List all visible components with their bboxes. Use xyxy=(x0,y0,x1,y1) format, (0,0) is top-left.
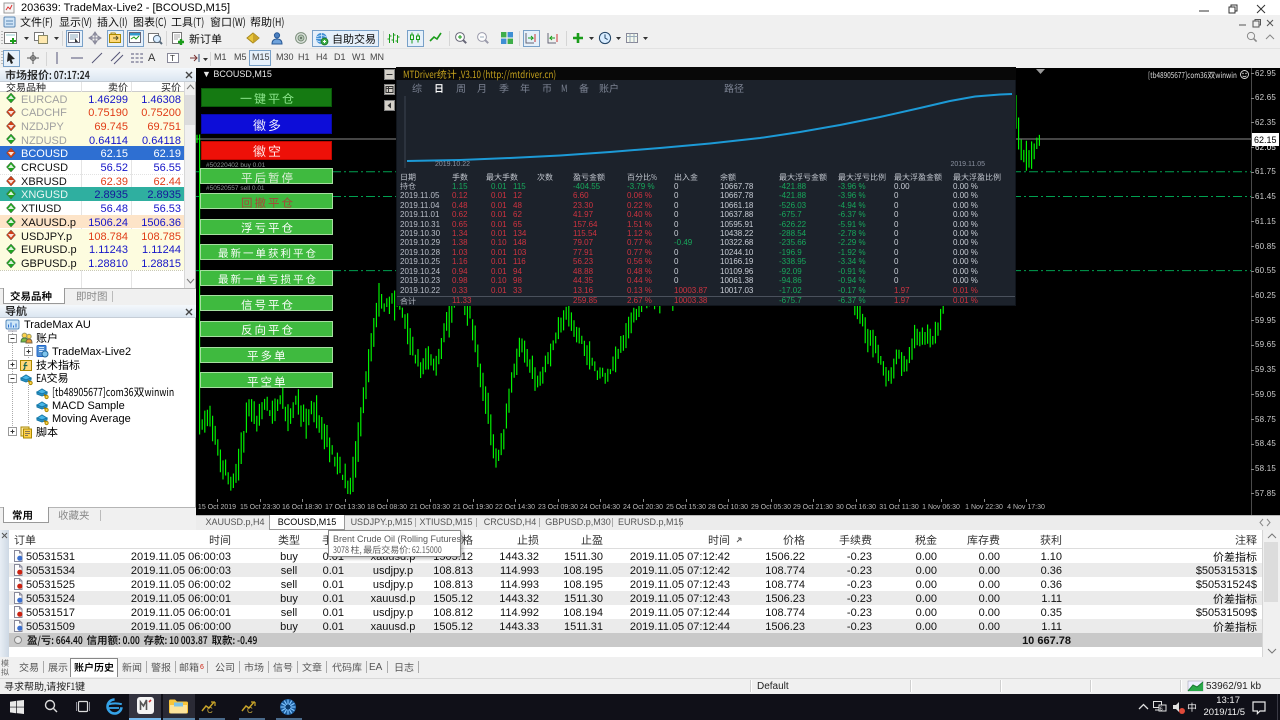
svg-text:T: T xyxy=(170,54,175,63)
svg-text:6: 6 xyxy=(1160,706,1163,712)
svg-text:C: C xyxy=(207,706,213,715)
svg-text:C: C xyxy=(247,706,253,715)
